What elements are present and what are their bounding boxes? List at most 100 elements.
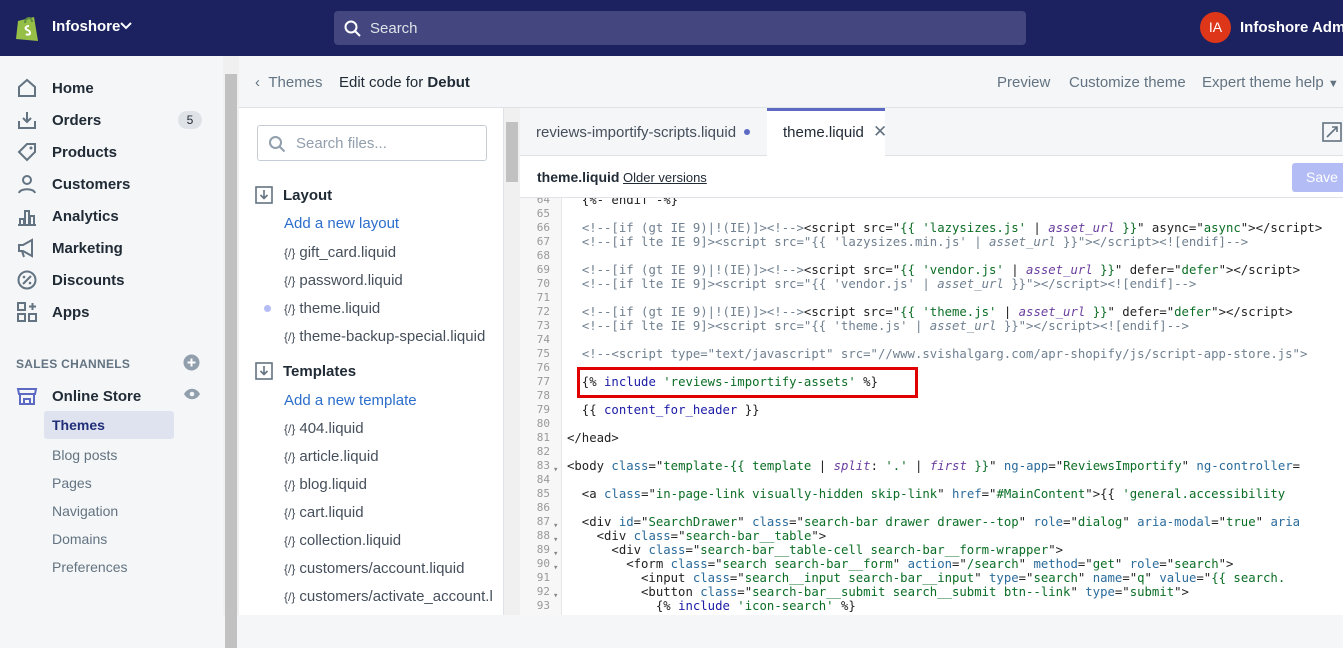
- file-item[interactable]: {/} customers/activate_account.l: [284, 588, 493, 605]
- sidebar-nav: Home Orders 5 Products Customers Analyti…: [0, 56, 223, 615]
- chevron-down-icon[interactable]: [120, 22, 132, 30]
- shopify-logo-icon[interactable]: [14, 13, 42, 43]
- line-number: 90: [536, 557, 550, 570]
- sidebar-item-label: Marketing: [52, 240, 123, 257]
- sidebar-subitem-navigation[interactable]: Navigation: [52, 503, 118, 519]
- code-line[interactable]: <div class="search-bar__table-cell searc…: [567, 543, 1063, 557]
- file-item[interactable]: {/} collection.liquid: [284, 532, 401, 549]
- code-line[interactable]: <a class="in-page-link visually-hidden s…: [567, 487, 1285, 501]
- code-line[interactable]: </head>: [567, 431, 619, 445]
- line-number: 88: [536, 529, 550, 542]
- file-item-active[interactable]: {/} theme.liquid: [284, 300, 380, 317]
- code-line[interactable]: <!--[if lte IE 9]><script src="{{ 'theme…: [567, 319, 1189, 333]
- liquid-file-icon: {/}: [284, 534, 296, 548]
- global-search-input[interactable]: Search: [334, 11, 1026, 45]
- sidebar-item-apps[interactable]: Apps: [0, 297, 223, 327]
- store-name[interactable]: Infoshore: [52, 18, 120, 35]
- file-item[interactable]: {/} theme-backup-special.liquid: [284, 328, 485, 345]
- file-item[interactable]: {/} article.liquid: [284, 448, 379, 465]
- file-item[interactable]: {/} cart.liquid: [284, 504, 364, 521]
- add-new-template-link[interactable]: Add a new template: [284, 392, 417, 409]
- file-item[interactable]: {/} password.liquid: [284, 272, 403, 289]
- code-line[interactable]: {%- endif -%}: [567, 198, 678, 207]
- line-number: 84: [536, 473, 550, 486]
- code-line[interactable]: <!--[if (gt IE 9)|!(IE)]><!--><script sr…: [567, 305, 1293, 319]
- sidebar-item-label: Orders: [52, 112, 102, 129]
- fullscreen-icon[interactable]: [1322, 122, 1342, 142]
- sidebar-item-label: Products: [52, 144, 118, 161]
- sidebar-item-label: Customers: [52, 176, 131, 193]
- sidebar-subitem-domains[interactable]: Domains: [52, 531, 107, 547]
- sidebar-item-marketing[interactable]: Marketing: [0, 233, 223, 263]
- orders-count-badge: 5: [178, 111, 202, 129]
- tab-theme-liquid[interactable]: theme.liquid ✕: [767, 108, 887, 157]
- fold-arrow-icon[interactable]: ▾: [553, 591, 558, 601]
- sidebar-item-analytics[interactable]: Analytics: [0, 201, 223, 231]
- expert-help-button[interactable]: Expert theme help ▼: [1202, 74, 1339, 91]
- save-button[interactable]: Save: [1292, 163, 1343, 192]
- code-line[interactable]: <button class="search-bar__submit search…: [567, 585, 1189, 599]
- older-versions-link[interactable]: Older versions: [623, 170, 707, 185]
- line-number: 75: [536, 347, 550, 360]
- line-number: 92: [536, 585, 550, 598]
- file-search-input[interactable]: Search files...: [257, 125, 487, 161]
- file-item[interactable]: {/} gift_card.liquid: [284, 244, 396, 261]
- code-line[interactable]: <!--[if (gt IE 9)|!(IE)]><!--><script sr…: [567, 221, 1322, 235]
- code-line[interactable]: <div id="SearchDrawer" class="search-bar…: [567, 515, 1300, 529]
- file-item[interactable]: {/} 404.liquid: [284, 420, 364, 437]
- sidebar-item-products[interactable]: Products: [0, 137, 223, 167]
- fold-arrow-icon[interactable]: ▾: [553, 549, 558, 559]
- sidebar-subitem-blog-posts[interactable]: Blog posts: [52, 447, 117, 463]
- line-number: 85: [536, 487, 550, 500]
- back-to-themes-link[interactable]: ‹ Themes: [255, 74, 323, 91]
- file-item[interactable]: {/} blog.liquid: [284, 476, 367, 493]
- code-line[interactable]: <!--<script type="text/javascript" src="…: [567, 347, 1308, 361]
- line-number: 68: [536, 249, 550, 262]
- preview-button[interactable]: Preview: [997, 74, 1050, 91]
- sidebar-item-discounts[interactable]: Discounts: [0, 265, 223, 295]
- sidebar-item-customers[interactable]: Customers: [0, 169, 223, 199]
- fold-arrow-icon[interactable]: ▾: [553, 465, 558, 475]
- editor-header: ‹ Themes Edit code for Debut Preview Cus…: [239, 56, 1343, 108]
- close-icon[interactable]: ✕: [873, 122, 887, 142]
- code-line[interactable]: <!--[if lte IE 9]><script src="{{ 'vendo…: [567, 277, 1197, 291]
- code-line[interactable]: <body class="template-{{ template | spli…: [567, 459, 1300, 473]
- code-editor[interactable]: 64 65 66 67 68 69 70 71 72 73 74 75 76 7…: [520, 198, 1343, 615]
- home-icon: [18, 78, 36, 97]
- line-number: 82: [536, 445, 550, 458]
- fold-arrow-icon[interactable]: ▾: [553, 563, 558, 573]
- fold-arrow-icon[interactable]: ▾: [553, 535, 558, 545]
- tab-reviews-importify-scripts[interactable]: reviews-importify-scripts.liquid: [520, 108, 767, 156]
- code-line[interactable]: <form class="search search-bar__form" ac…: [567, 557, 1233, 571]
- sidebar-scrollbar[interactable]: [223, 56, 239, 648]
- sidebar-item-orders[interactable]: Orders 5: [0, 105, 223, 135]
- sidebar-item-home[interactable]: Home: [0, 73, 223, 103]
- avatar[interactable]: IA: [1200, 12, 1231, 43]
- customize-theme-button[interactable]: Customize theme: [1069, 74, 1186, 91]
- file-item[interactable]: {/} customers/account.liquid: [284, 560, 464, 577]
- add-channel-icon[interactable]: [183, 354, 200, 371]
- megaphone-icon: [18, 238, 33, 258]
- file-browser-scrollbar[interactable]: [504, 108, 520, 615]
- code-line[interactable]: <input class="search__input search-bar__…: [567, 571, 1285, 585]
- editor-tabs: reviews-importify-scripts.liquid theme.l…: [520, 108, 1343, 157]
- account-name[interactable]: Infoshore Admin: [1240, 19, 1343, 36]
- add-new-layout-link[interactable]: Add a new layout: [284, 215, 399, 232]
- line-number: 72: [536, 305, 550, 318]
- code-line[interactable]: <!--[if (gt IE 9)|!(IE)]><!--><script sr…: [567, 263, 1300, 277]
- code-line[interactable]: {% include 'icon-search' %}: [567, 599, 856, 613]
- sidebar-subitem-pages[interactable]: Pages: [52, 475, 92, 491]
- line-number: 93: [536, 599, 550, 612]
- code-line[interactable]: <!--[if lte IE 9]><script src="{{ 'lazys…: [567, 235, 1248, 249]
- line-number: 74: [536, 333, 550, 346]
- fold-arrow-icon[interactable]: ▾: [553, 521, 558, 531]
- sidebar-subitem-preferences[interactable]: Preferences: [52, 559, 127, 575]
- sidebar-subitem-themes[interactable]: Themes: [44, 411, 174, 439]
- code-line[interactable]: {{ content_for_header }}: [567, 403, 760, 417]
- eye-icon[interactable]: [183, 388, 201, 400]
- line-number: 81: [536, 431, 550, 444]
- line-number: 77: [536, 375, 550, 388]
- caret-down-icon: ▼: [1327, 78, 1339, 90]
- file-name: customers/activate_account.l: [299, 588, 493, 605]
- code-line[interactable]: <div class="search-bar__table">: [567, 529, 827, 543]
